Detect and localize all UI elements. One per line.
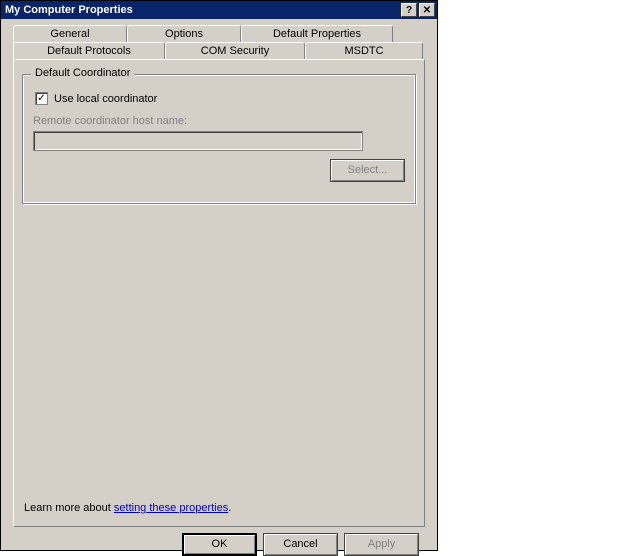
tab-default-protocols[interactable]: Default Protocols	[13, 42, 165, 60]
learn-suffix: .	[228, 502, 231, 514]
help-button[interactable]: ?	[401, 3, 417, 17]
groupbox-title: Default Coordinator	[31, 67, 134, 79]
default-coordinator-group: Default Coordinator ✓ Use local coordina…	[22, 74, 416, 204]
tab-default-properties[interactable]: Default Properties	[241, 25, 393, 43]
properties-dialog: My Computer Properties ? ✕ General Optio…	[0, 0, 438, 551]
tab-options[interactable]: Options	[127, 25, 241, 43]
use-local-coordinator-label: Use local coordinator	[54, 93, 157, 105]
remote-host-input	[33, 131, 363, 151]
dialog-buttons: OK Cancel Apply	[9, 527, 429, 556]
tab-label: MSDTC	[344, 45, 383, 57]
apply-button[interactable]: Apply	[344, 533, 419, 556]
cancel-button[interactable]: Cancel	[263, 533, 338, 556]
tab-msdtc[interactable]: MSDTC	[305, 42, 423, 60]
tabs-row-1: General Options Default Properties	[13, 25, 425, 43]
tab-label: Default Protocols	[47, 45, 131, 57]
use-local-coordinator-checkbox[interactable]: ✓	[35, 92, 48, 105]
tab-label: General	[50, 28, 89, 40]
tab-com-security[interactable]: COM Security	[165, 42, 305, 60]
titlebar: My Computer Properties ? ✕	[1, 1, 437, 19]
tab-panel-msdtc: Default Coordinator ✓ Use local coordina…	[13, 59, 425, 527]
ok-button[interactable]: OK	[182, 533, 257, 556]
tab-label: COM Security	[201, 45, 269, 57]
close-button[interactable]: ✕	[419, 3, 435, 17]
select-row: Select...	[33, 159, 405, 182]
tab-label: Default Properties	[273, 28, 361, 40]
window-title: My Computer Properties	[5, 4, 399, 16]
remote-host-label: Remote coordinator host name:	[33, 115, 405, 127]
select-button: Select...	[330, 159, 405, 182]
close-icon: ✕	[423, 5, 431, 16]
learn-more: Learn more about setting these propertie…	[24, 502, 231, 514]
tab-general[interactable]: General	[13, 25, 127, 43]
checkmark-icon: ✓	[37, 94, 45, 104]
tabs-row-2: Default Protocols COM Security MSDTC	[13, 42, 425, 60]
tab-label: Options	[165, 28, 203, 40]
dialog-body: General Options Default Properties Defau…	[1, 19, 437, 556]
help-icon: ?	[406, 5, 412, 16]
learn-link[interactable]: setting these properties	[114, 502, 228, 514]
learn-prefix: Learn more about	[24, 502, 114, 514]
use-local-coordinator-row: ✓ Use local coordinator	[35, 92, 405, 105]
